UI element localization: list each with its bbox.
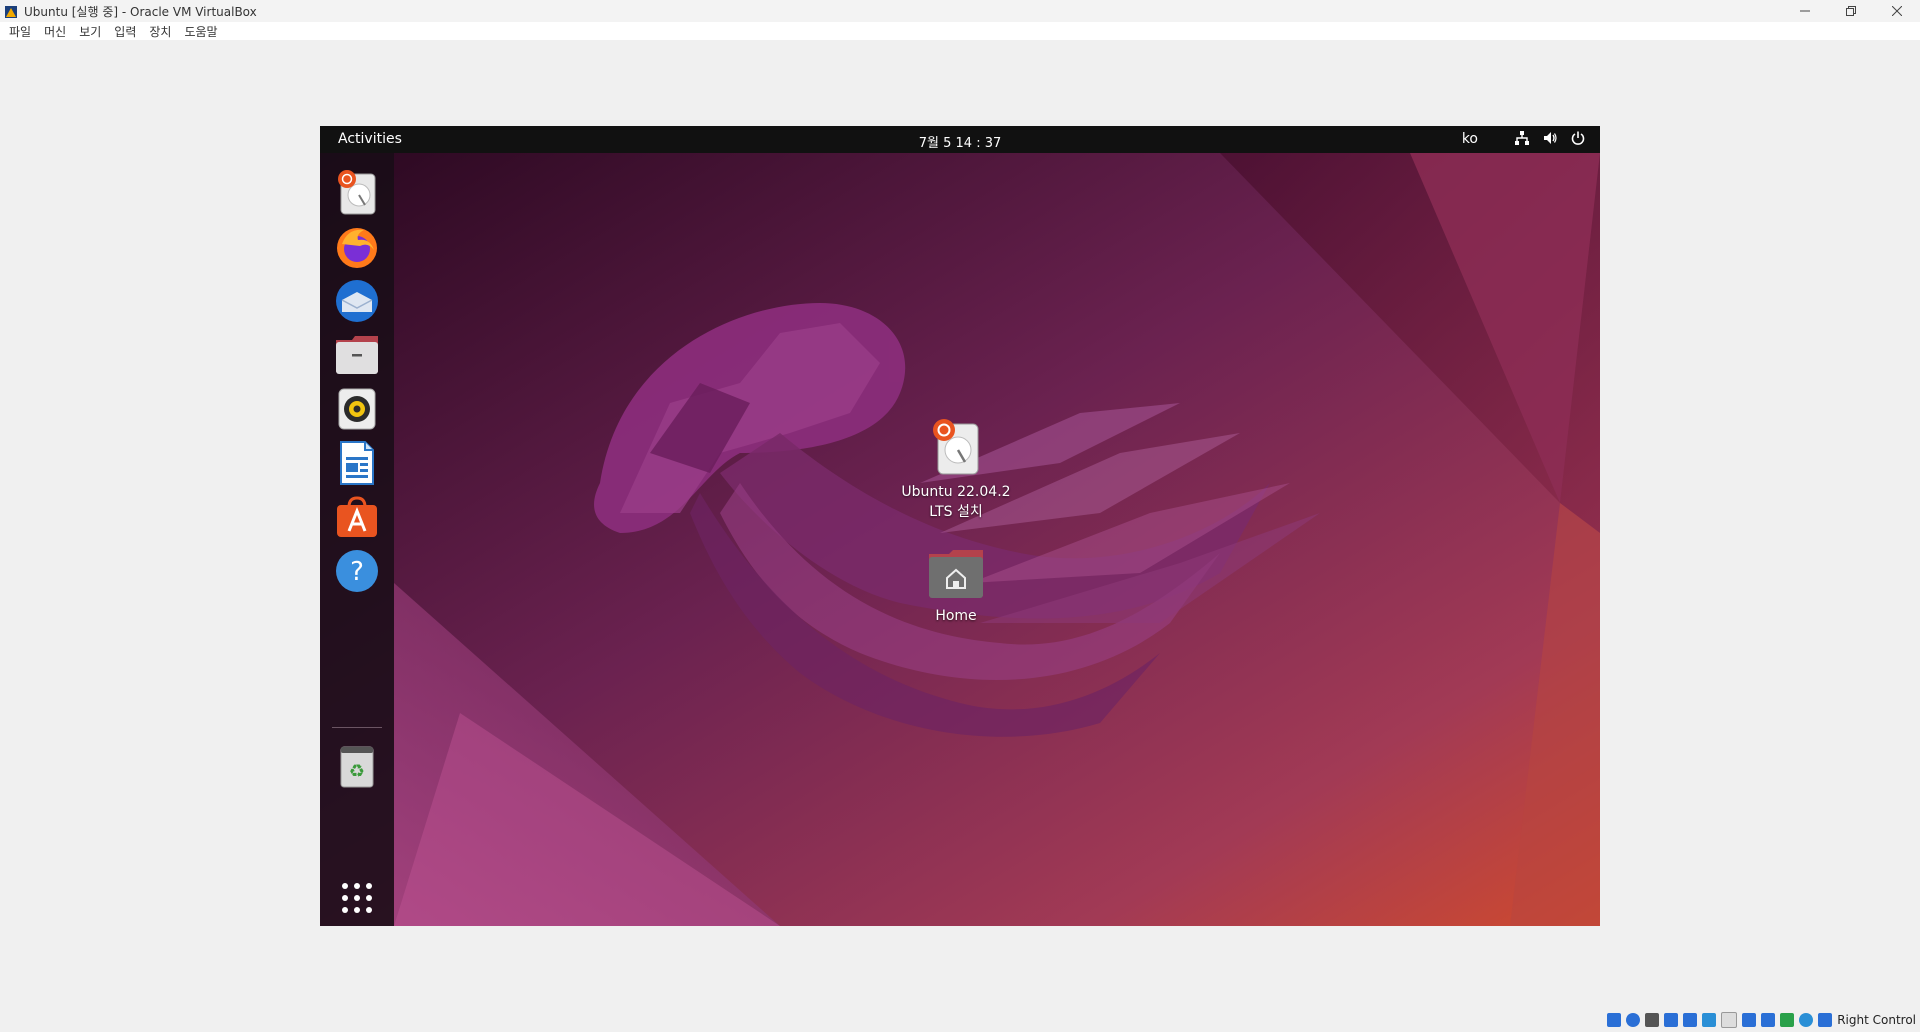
vm-screen[interactable]: Activities 7월 5 14 : 37 ko ? ♻ Ubuntu 22… (320, 126, 1600, 926)
restore-icon (1846, 6, 1856, 16)
dock-item-rhythmbox[interactable] (332, 384, 382, 434)
window-title: Ubuntu [실행 중] - Oracle VM VirtualBox (24, 4, 257, 19)
dock: ? ♻ (320, 153, 394, 926)
dock-item-help[interactable]: ? (332, 546, 382, 596)
writer-icon (340, 441, 374, 485)
network-adapter-icon[interactable] (1664, 1013, 1679, 1027)
desktop-icon-label: LTS 설치 (929, 504, 983, 520)
mouse-integration-icon[interactable] (1799, 1013, 1814, 1027)
close-button[interactable] (1874, 0, 1920, 22)
restore-button[interactable] (1828, 0, 1874, 22)
vm-status-bar: Right Control (1607, 1008, 1920, 1032)
menu-bar: 파일 머신 보기 입력 장치 도움말 (0, 22, 1920, 40)
desktop-icon-home[interactable]: Home (896, 548, 1016, 626)
firefox-icon (337, 228, 377, 268)
installer-disk-icon (338, 170, 376, 215)
gnome-top-bar: Activities 7월 5 14 : 37 ko (320, 126, 1600, 153)
desktop-icon-label: Ubuntu 22.04.2 (901, 484, 1011, 500)
desktop-wallpaper (320, 153, 1600, 926)
virtualbox-icon (4, 4, 18, 18)
menu-view[interactable]: 보기 (74, 23, 109, 40)
files-icon (336, 336, 378, 374)
input-language-indicator[interactable]: ko (1462, 131, 1478, 147)
menu-input[interactable]: 입력 (109, 23, 144, 40)
minimize-button[interactable] (1782, 0, 1828, 22)
keyboard-icon[interactable] (1818, 1013, 1833, 1027)
host-key-label: Right Control (1837, 1013, 1916, 1027)
rhythmbox-icon (338, 388, 376, 430)
menu-devices[interactable]: 장치 (144, 23, 179, 40)
help-icon: ? (336, 550, 378, 592)
optical-drive-icon[interactable] (1626, 1013, 1641, 1027)
shared-folders-icon[interactable] (1702, 1013, 1717, 1027)
system-tray[interactable] (1514, 130, 1586, 146)
close-icon (1892, 6, 1902, 16)
clock[interactable]: 7월 5 14 : 37 (320, 132, 1600, 151)
menu-file[interactable]: 파일 (4, 23, 39, 40)
dock-item-trash[interactable]: ♻ (332, 741, 382, 791)
volume-icon (1544, 132, 1557, 144)
trash-icon: ♻ (340, 746, 374, 788)
display-icon[interactable] (1721, 1012, 1738, 1028)
svg-text:?: ? (350, 557, 364, 587)
installer-disk-icon (933, 419, 979, 475)
dock-item-install-ubuntu[interactable] (332, 168, 382, 218)
hard-disk-icon[interactable] (1607, 1013, 1622, 1027)
cpu-icon[interactable] (1780, 1013, 1795, 1027)
usb-icon[interactable] (1683, 1013, 1698, 1027)
power-icon (1571, 131, 1585, 145)
desktop-icon-label: Home (935, 608, 977, 624)
audio-icon[interactable] (1645, 1013, 1660, 1027)
dock-item-ubuntu-software[interactable] (332, 492, 382, 542)
show-applications-button[interactable] (332, 873, 382, 923)
dock-item-libreoffice-writer[interactable] (332, 438, 382, 488)
desktop-icon-install-ubuntu[interactable]: Ubuntu 22.04.2 LTS 설치 (896, 418, 1016, 522)
app-grid-icon (342, 883, 372, 913)
video-capture-icon[interactable] (1742, 1013, 1757, 1027)
dock-item-thunderbird[interactable] (332, 276, 382, 326)
thunderbird-icon (336, 280, 378, 322)
dock-item-files[interactable] (332, 330, 382, 380)
home-folder-icon (929, 550, 983, 598)
menu-help[interactable]: 도움말 (179, 23, 225, 40)
software-icon (337, 496, 377, 537)
dock-separator (332, 727, 382, 728)
minimize-icon (1800, 10, 1810, 12)
svg-text:♻: ♻ (349, 761, 365, 782)
network-icon (1515, 131, 1529, 145)
title-bar: Ubuntu [실행 중] - Oracle VM VirtualBox (0, 0, 1920, 22)
recording-icon[interactable] (1761, 1013, 1776, 1027)
dock-item-firefox[interactable] (332, 222, 382, 272)
menu-machine[interactable]: 머신 (39, 23, 74, 40)
